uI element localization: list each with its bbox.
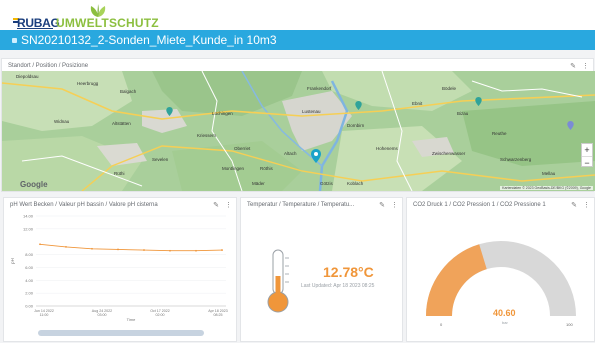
map-card-actions: ✎ ⋮: [564, 62, 589, 70]
gauge-min-label: 0: [440, 322, 443, 327]
poi-icon: [567, 121, 574, 130]
chart-range-scrollbar[interactable]: [38, 330, 204, 336]
poi-icon: [355, 101, 362, 110]
y-tick-label: 8.00: [25, 252, 34, 257]
poi-icon: [166, 107, 173, 116]
y-tick-label: 14.00: [23, 214, 34, 219]
x-tick-label: 08:25: [214, 313, 223, 317]
more-vert-icon[interactable]: ⋮: [391, 202, 398, 209]
pencil-icon[interactable]: ✎: [213, 202, 219, 209]
x-tick-label: 03:00: [98, 313, 107, 317]
device-title: SN20210132_2-Sonden_Miete_Kunde_in 10m3: [21, 33, 277, 47]
google-logo: Google: [20, 180, 48, 189]
ph-data-point: [169, 249, 171, 252]
poi-icon: [475, 97, 482, 106]
pencil-icon[interactable]: ✎: [379, 202, 385, 209]
header-logo-bar: RUBAG UMWELTSCHUTZ: [0, 0, 595, 30]
y-tick-label: 12.00: [23, 226, 34, 231]
map-zoom-control: + −: [581, 143, 593, 169]
ph-series-line: [39, 243, 223, 252]
ph-data-point: [143, 249, 145, 251]
brand-name-secondary: UMWELTSCHUTZ: [56, 16, 159, 30]
ph-card-actions: ✎ ⋮: [207, 201, 232, 209]
zoom-in-button[interactable]: +: [582, 144, 592, 157]
temperature-value: 12.78°C: [323, 264, 374, 280]
co2-value: 40.60: [493, 308, 516, 318]
device-title-bar: SN20210132_2-Sonden_Miete_Kunde_in 10m3: [0, 30, 595, 50]
x-tick-label: 02:00: [156, 313, 165, 317]
map-card: Standort / Position / Posizione ✎ ⋮ Diep…: [1, 58, 595, 192]
y-tick-label: 2.00: [25, 291, 34, 296]
x-axis-label: Time: [127, 317, 137, 322]
ph-card-title: pH Wert Becken / Valeur pH bassin / Valo…: [10, 202, 158, 208]
ph-data-point: [65, 245, 67, 248]
ph-data-point: [39, 243, 41, 246]
ph-line-chart[interactable]: 14.0012.008.006.004.002.000.00pHJun 14 2…: [4, 210, 236, 328]
temperature-card-actions: ✎ ⋮: [373, 201, 398, 209]
pencil-icon[interactable]: ✎: [570, 63, 576, 70]
ph-data-point: [117, 248, 119, 251]
co2-card: CO2 Druck 1 / CO2 Pression 1 / CO2 Press…: [406, 197, 595, 342]
device-status-icon: [12, 38, 17, 43]
y-axis-label: pH: [10, 258, 15, 264]
gauge-max-label: 100: [566, 322, 573, 327]
ph-card: pH Wert Becken / Valeur pH bassin / Valo…: [3, 197, 237, 342]
ph-data-point: [91, 247, 93, 250]
more-vert-icon[interactable]: ⋮: [582, 63, 589, 70]
logo-underline: [17, 28, 53, 29]
ph-data-point: [221, 249, 223, 251]
y-tick-label: 6.00: [25, 265, 34, 270]
more-vert-icon[interactable]: ⋮: [225, 202, 232, 209]
y-tick-label: 0.00: [25, 304, 34, 309]
map-card-title: Standort / Position / Posizione: [8, 63, 89, 69]
temperature-card: Temperatur / Temperature / Temperatu... …: [240, 197, 403, 342]
temperature-card-title: Temperatur / Temperature / Temperatu...: [247, 202, 355, 208]
map-view[interactable]: Diepoldsau Heerbrugg Balgach Widnau Fran…: [2, 71, 595, 191]
gauge-fill: [426, 244, 488, 317]
map-marker-icon[interactable]: [311, 149, 321, 163]
co2-unit: bar: [502, 320, 508, 325]
ph-data-point: [195, 249, 197, 252]
x-tick-label: 11:00: [40, 313, 49, 317]
temperature-last-updated: Last Updated: Apr 18 2023 08:25: [301, 283, 375, 289]
zoom-out-button[interactable]: −: [582, 157, 592, 169]
y-tick-label: 4.00: [25, 278, 34, 283]
map-terrain: [2, 71, 595, 191]
map-attribution[interactable]: Kartendaten © 2023 GeoBasis-DE/BKG (©200…: [500, 186, 593, 190]
thermometer-icon: [267, 249, 289, 313]
